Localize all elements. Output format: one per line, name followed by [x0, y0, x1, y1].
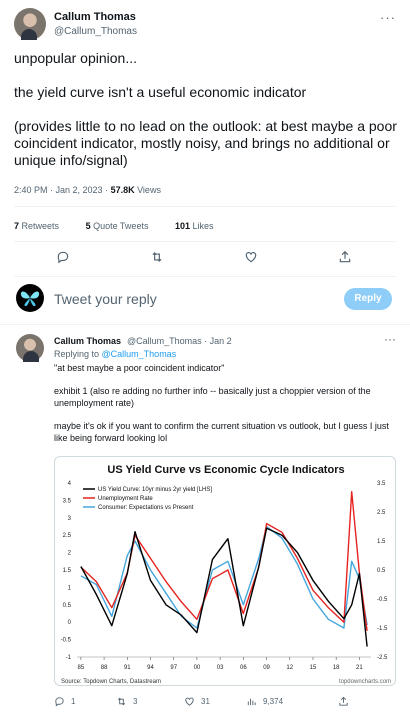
- y-right-tick-label: 2.5: [377, 510, 386, 516]
- views-count: 57.8K: [110, 185, 135, 195]
- x-tick-label: 09: [263, 665, 270, 671]
- retweet-icon: [117, 697, 126, 706]
- y-left-tick-label: 4: [68, 481, 72, 487]
- x-tick-label: 85: [78, 665, 85, 671]
- reply-text-line: "at best maybe a poor coincident indicat…: [54, 363, 225, 373]
- retweets-stat[interactable]: 7 Retweets: [14, 221, 71, 231]
- tweet-text-line: the yield curve isn't a useful economic …: [14, 84, 307, 100]
- retweet-icon[interactable]: [150, 250, 164, 264]
- tweet-text: unpopular opinion... the yield curve isn…: [14, 50, 398, 169]
- share-icon: [339, 696, 348, 706]
- views-label: Views: [134, 185, 161, 195]
- avatar[interactable]: [14, 8, 46, 40]
- reply-icon: [55, 697, 64, 707]
- divider: [14, 241, 396, 242]
- views-icon: [247, 698, 256, 706]
- retweet-action[interactable]: 3: [116, 696, 137, 707]
- like-icon: [185, 697, 194, 706]
- legend-label: US Yield Curve: 10yr minus 2yr yield [LH…: [98, 487, 212, 493]
- series-line: [80, 527, 368, 647]
- x-tick-label: 97: [170, 665, 177, 671]
- x-tick-label: 21: [356, 665, 363, 671]
- views-count: 9,374: [263, 697, 284, 706]
- author-name[interactable]: Callum Thomas: [54, 11, 136, 23]
- chart-source: Source: Topdown Charts, Datastream: [61, 679, 161, 685]
- tweet-text-line: (provides little to no lead on the outlo…: [14, 118, 397, 168]
- share-icon[interactable]: [338, 250, 352, 264]
- reply-count: 1: [71, 697, 76, 706]
- like-action[interactable]: 31: [184, 696, 210, 707]
- share-action[interactable]: [338, 696, 349, 707]
- divider: [0, 324, 410, 325]
- reply-composer: Tweet your reply Reply: [0, 280, 410, 324]
- tweet-header: Callum Thomas @Callum_Thomas ···: [14, 8, 396, 42]
- y-right-tick-label: 0.5: [377, 568, 386, 574]
- y-left-tick-label: 3: [68, 516, 72, 522]
- avatar[interactable]: [16, 334, 44, 362]
- y-left-tick-label: 1: [68, 585, 72, 591]
- avatar: [16, 284, 44, 312]
- author-handle[interactable]: @Callum_Thomas: [54, 26, 137, 37]
- divider: [14, 276, 396, 277]
- series-line: [80, 525, 368, 629]
- like-count: 31: [201, 697, 210, 706]
- x-tick-label: 91: [124, 665, 131, 671]
- like-icon[interactable]: [244, 250, 258, 264]
- x-tick-label: 00: [194, 665, 201, 671]
- chart-watermark: topdowncharts.com: [339, 679, 391, 685]
- y-right-tick-label: 1.5: [377, 539, 386, 545]
- y-left-tick-label: 2.5: [63, 533, 72, 539]
- y-left-tick-label: 1.5: [63, 568, 72, 574]
- y-left-tick-label: 3.5: [63, 498, 72, 504]
- y-left-tick-label: 0.5: [63, 603, 72, 609]
- x-tick-label: 88: [101, 665, 108, 671]
- x-tick-label: 06: [240, 665, 247, 671]
- chart: US Yield Curve vs Economic Cycle Indicat…: [61, 464, 391, 685]
- legend-label: Unemployment Rate: [98, 496, 153, 502]
- reply-tweet: Callum Thomas @Callum_Thomas · Jan 2 ···…: [0, 326, 410, 718]
- y-left-tick-label: -0.5: [61, 638, 72, 644]
- timestamp[interactable]: 2:40 PM · Jan 2, 2023 ·: [14, 185, 111, 195]
- reply-text: "at best maybe a poor coincident indicat…: [54, 362, 400, 455]
- author-handle[interactable]: @Callum_Thomas · Jan 2: [127, 336, 232, 346]
- y-right-tick-label: -2.5: [377, 655, 388, 661]
- divider: [14, 206, 396, 207]
- replying-to-link[interactable]: @Callum_Thomas: [102, 349, 177, 359]
- quotes-stat[interactable]: 5 Quote Tweets: [86, 221, 161, 231]
- x-tick-label: 94: [147, 665, 154, 671]
- reply-action[interactable]: 1: [54, 696, 75, 707]
- retweet-count: 3: [133, 697, 138, 706]
- tweet-stats: 7 Retweets 5 Quote Tweets 101 Likes: [14, 221, 238, 231]
- y-left-tick-label: 0: [68, 620, 72, 626]
- reply-button[interactable]: Reply: [344, 288, 392, 310]
- y-right-tick-label: 3.5: [377, 481, 386, 487]
- legend-label: Consumer: Expectations vs Present: [98, 505, 194, 511]
- tweet-actions: [0, 250, 410, 268]
- x-tick-label: 18: [333, 665, 340, 671]
- x-tick-label: 12: [286, 665, 293, 671]
- x-tick-label: 03: [217, 665, 224, 671]
- replying-to: Replying to @Callum_Thomas: [54, 349, 177, 359]
- reply-text-line: maybe it's ok if you want to confirm the…: [54, 421, 389, 443]
- reply-actions: 1 3 31 9,374: [0, 696, 410, 712]
- reply-input[interactable]: Tweet your reply: [54, 291, 157, 307]
- tweet-text-line: unpopular opinion...: [14, 50, 137, 66]
- tweet-meta: 2:40 PM · Jan 2, 2023 · 57.8K Views: [14, 185, 161, 195]
- y-right-tick-label: -0.5: [377, 597, 388, 603]
- more-options-icon[interactable]: ···: [384, 332, 396, 346]
- y-left-tick-label: -1: [66, 655, 72, 661]
- reply-icon[interactable]: [56, 250, 70, 264]
- more-options-icon[interactable]: ···: [380, 10, 396, 25]
- author-name[interactable]: Callum Thomas: [54, 336, 121, 346]
- reply-text-line: exhibit 1 (also re adding no further inf…: [54, 386, 371, 408]
- x-tick-label: 15: [310, 665, 317, 671]
- y-left-tick-label: 2: [68, 551, 72, 557]
- views-action[interactable]: 9,374: [246, 696, 283, 707]
- likes-stat[interactable]: 101 Likes: [175, 221, 226, 231]
- series-line: [80, 491, 368, 631]
- chart-image[interactable]: US Yield Curve vs Economic Cycle Indicat…: [54, 456, 396, 686]
- butterfly-icon: [20, 291, 40, 307]
- chart-title: US Yield Curve vs Economic Cycle Indicat…: [107, 464, 344, 476]
- y-right-tick-label: -1.5: [377, 626, 388, 632]
